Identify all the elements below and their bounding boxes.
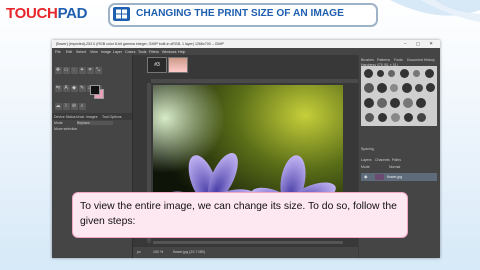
tab-channels[interactable]: Channels	[375, 158, 390, 162]
menu-help[interactable]: Help	[178, 50, 185, 54]
brush-item[interactable]	[377, 98, 387, 108]
brush-item[interactable]	[425, 69, 434, 78]
menu-colors[interactable]: Colors	[125, 50, 135, 54]
menu-view[interactable]: View	[90, 50, 98, 54]
window-controls[interactable]: – ▢ ✕	[404, 41, 437, 47]
lesson-title: CHANGING THE PRINT SIZE OF AN IMAGE	[136, 8, 344, 19]
layers-mode-label: Mode	[361, 165, 370, 169]
tab-brushes[interactable]: Brushes	[361, 58, 374, 62]
brush-item[interactable]	[402, 83, 412, 93]
smudge-icon[interactable]: ☁	[54, 103, 62, 110]
window-title: [flower] (imported)-253.0 (RGB color 8-b…	[56, 42, 224, 46]
brush-item[interactable]	[365, 113, 374, 122]
brush-item[interactable]	[391, 113, 400, 122]
menu-tools[interactable]: Tools	[138, 50, 146, 54]
rect-select-icon[interactable]: ▭	[62, 67, 70, 74]
wand-icon[interactable]: ✦	[78, 67, 86, 74]
spacing-label: Spacing	[361, 147, 374, 151]
tab-document-history[interactable]: Document History	[407, 58, 435, 62]
brush-item[interactable]	[390, 84, 398, 92]
brush-item[interactable]	[364, 69, 373, 78]
foreground-color[interactable]	[90, 85, 100, 95]
crop-icon[interactable]: ⌗	[86, 67, 94, 74]
brush-item[interactable]	[404, 113, 413, 122]
windows-icon	[113, 7, 130, 21]
brush-item[interactable]	[390, 98, 400, 108]
status-info: flower.jpg (23.7 MB)	[173, 250, 205, 254]
color-swatches[interactable]	[90, 85, 104, 99]
brush-item[interactable]	[400, 69, 409, 78]
layer-row[interactable]: ◉ flower.jpg	[361, 173, 437, 181]
picker-icon[interactable]: ⊘	[70, 103, 78, 110]
path-icon[interactable]: ⌇	[62, 103, 70, 110]
instruction-caption: To view the entire image, we can change …	[72, 192, 408, 238]
menu-filters[interactable]: Filters	[149, 50, 159, 54]
tab-undo[interactable]: Undo	[76, 115, 84, 119]
bucket-icon[interactable]: ◆	[70, 85, 78, 92]
touchpad-logo: TOUCHPAD	[6, 5, 88, 22]
tool-hint: Move selection	[54, 127, 78, 131]
menu-select[interactable]: Select	[76, 50, 86, 54]
menu-image[interactable]: Image	[101, 50, 111, 54]
status-zoom[interactable]: 100 %	[153, 250, 163, 254]
lesson-title-box: CHANGING THE PRINT SIZE OF AN IMAGE	[108, 3, 378, 27]
layer-name[interactable]: flower.jpg	[387, 175, 402, 179]
tab-tool-options[interactable]: Tool Options	[102, 115, 121, 119]
brush-item[interactable]	[413, 70, 420, 77]
brush-item[interactable]	[378, 113, 387, 122]
brush-grid[interactable]	[361, 66, 437, 126]
layers-mode-select[interactable]: Normal	[389, 165, 400, 169]
brush-item[interactable]	[415, 84, 423, 92]
transform-icon[interactable]: ⤡	[94, 67, 102, 74]
brush-item[interactable]	[377, 83, 387, 93]
zoom-icon[interactable]: ⌕	[78, 103, 86, 110]
status-unit[interactable]: px	[137, 250, 141, 254]
menu-edit[interactable]: Edit	[66, 50, 72, 54]
tool-options: Mode Replace Move selection	[52, 121, 132, 133]
tab-paths[interactable]: Paths	[392, 158, 401, 162]
image-tab-active[interactable]: #3	[147, 57, 167, 73]
caption-text: To view the entire image, we can change …	[80, 201, 397, 227]
image-tab-thumbnail[interactable]	[168, 57, 188, 73]
mode-select[interactable]: Replace	[76, 121, 113, 125]
left-dock-tabs: Device Status Undo Images Tool Options	[52, 113, 132, 120]
tab-device-status[interactable]: Device Status	[54, 115, 76, 119]
move-tool-icon[interactable]: ✥	[54, 67, 62, 74]
brush-item[interactable]	[416, 98, 426, 108]
flip-icon[interactable]: ⇋	[54, 85, 62, 92]
brush-item[interactable]	[426, 83, 435, 92]
menu-windows[interactable]: Windows	[162, 50, 177, 54]
layers-dock-tabs: Layers Channels Paths	[359, 157, 440, 164]
tab-fonts[interactable]: Fonts	[394, 58, 403, 62]
menu-bar: File Edit Select View Image Layer Colors…	[52, 48, 440, 55]
text-tool-icon[interactable]: A	[62, 85, 70, 92]
status-bar: px 100 % flower.jpg (23.7 MB)	[133, 247, 358, 258]
eye-icon[interactable]: ◉	[364, 174, 368, 179]
lasso-icon[interactable]: ◌	[70, 67, 78, 74]
mode-label: Mode	[54, 121, 63, 125]
window-titlebar: [flower] (imported)-253.0 (RGB color 8-b…	[52, 40, 440, 48]
lesson-header: TOUCHPAD CHANGING THE PRINT SIZE OF AN I…	[0, 0, 480, 30]
brush-item[interactable]	[364, 98, 374, 108]
brush-item[interactable]	[403, 98, 413, 108]
brush-item[interactable]	[417, 113, 426, 122]
horizontal-scrollbar[interactable]	[153, 241, 343, 244]
tab-layers[interactable]: Layers	[361, 158, 372, 162]
brush-item[interactable]	[364, 83, 374, 93]
tab-images[interactable]: Images	[86, 115, 97, 119]
top-ruler	[151, 79, 358, 83]
layer-thumbnail	[375, 174, 384, 180]
brush-item[interactable]	[377, 70, 384, 77]
menu-file[interactable]: File	[55, 50, 61, 54]
tab-patterns[interactable]: Patterns	[377, 58, 390, 62]
brush-icon[interactable]: ✎	[78, 85, 86, 92]
brush-item[interactable]	[388, 70, 395, 77]
menu-layer[interactable]: Layer	[113, 50, 122, 54]
